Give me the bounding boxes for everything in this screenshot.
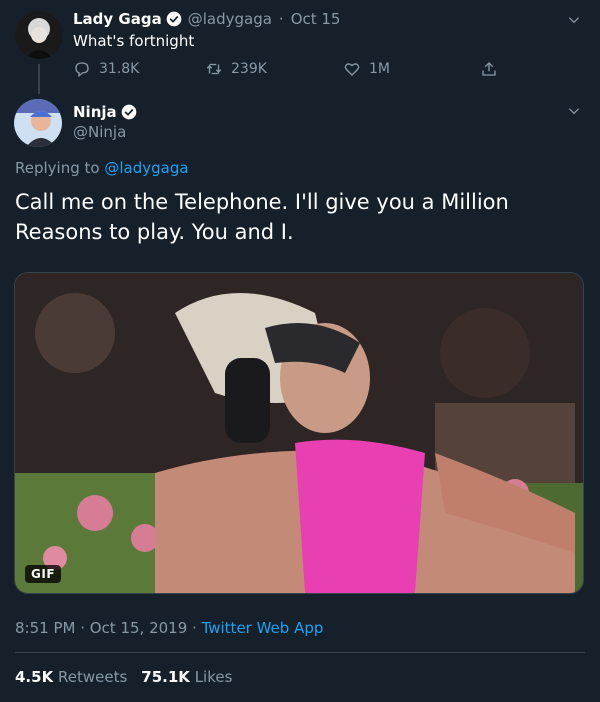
parent-author-handle[interactable]: @ladygaga [188,10,272,28]
reply-button[interactable]: 31.8K [73,60,139,78]
parent-tweet-date[interactable]: Oct 15 [291,10,341,28]
thread-connector-line [38,64,40,94]
replying-to-line: Replying to @ladygaga [15,159,189,177]
lady-gaga-avatar-image [15,11,63,59]
reply-icon [75,62,89,78]
tweet-source[interactable]: Twitter Web App [202,619,324,637]
tweet-timestamp[interactable]: 8:51 PM · Oct 15, 2019 · [15,619,202,637]
likes-stat[interactable]: 75.1K Likes [141,668,232,686]
gif-image [15,273,583,593]
retweets-stat[interactable]: 4.5K Retweets [15,668,127,686]
retweet-icon [206,63,222,75]
share-icon [482,62,496,76]
tweet-media-gif[interactable]: GIF [14,272,584,594]
verified-badge-icon [166,11,182,27]
replying-to-link[interactable]: @ladygaga [104,159,188,177]
chevron-down-icon[interactable] [567,104,581,118]
main-tweet-text: Call me on the Telephone. I'll give you … [15,190,509,244]
retweets-label: Retweets [57,668,128,686]
share-button[interactable] [480,60,498,78]
reply-count: 31.8K [99,61,140,77]
like-count: 1M [369,61,390,77]
divider [15,652,585,653]
engagement-stats: 4.5K Retweets 75.1K Likes [15,668,232,686]
parent-tweet-text: What's fortnight [73,32,195,50]
lady-gaga-avatar[interactable] [15,11,63,59]
chevron-down-icon[interactable] [567,13,581,27]
replying-to-prefix: Replying to [15,159,100,177]
main-tweet-author-name: Ninja [73,103,137,121]
like-button[interactable]: 1M [343,60,390,78]
retweet-button[interactable]: 239K [205,60,267,78]
likes-label: Likes [194,668,233,686]
heart-icon [344,63,360,76]
gif-badge: GIF [25,565,62,583]
ninja-avatar[interactable] [14,99,62,147]
tweet-timestamp-line: 8:51 PM · Oct 15, 2019 · Twitter Web App [15,619,323,637]
main-author-name[interactable]: Ninja [73,103,117,121]
verified-badge-icon [121,104,136,120]
parent-tweet-header: Lady Gaga @ladygaga · Oct 15 [73,10,340,28]
retweet-count: 239K [231,61,267,77]
main-author-handle[interactable]: @Ninja [73,123,126,141]
likes-count: 75.1K [141,668,190,686]
retweets-count: 4.5K [15,668,54,686]
ninja-avatar-image [14,99,62,147]
parent-author-name[interactable]: Lady Gaga [73,10,162,28]
parent-separator: · [278,10,284,28]
